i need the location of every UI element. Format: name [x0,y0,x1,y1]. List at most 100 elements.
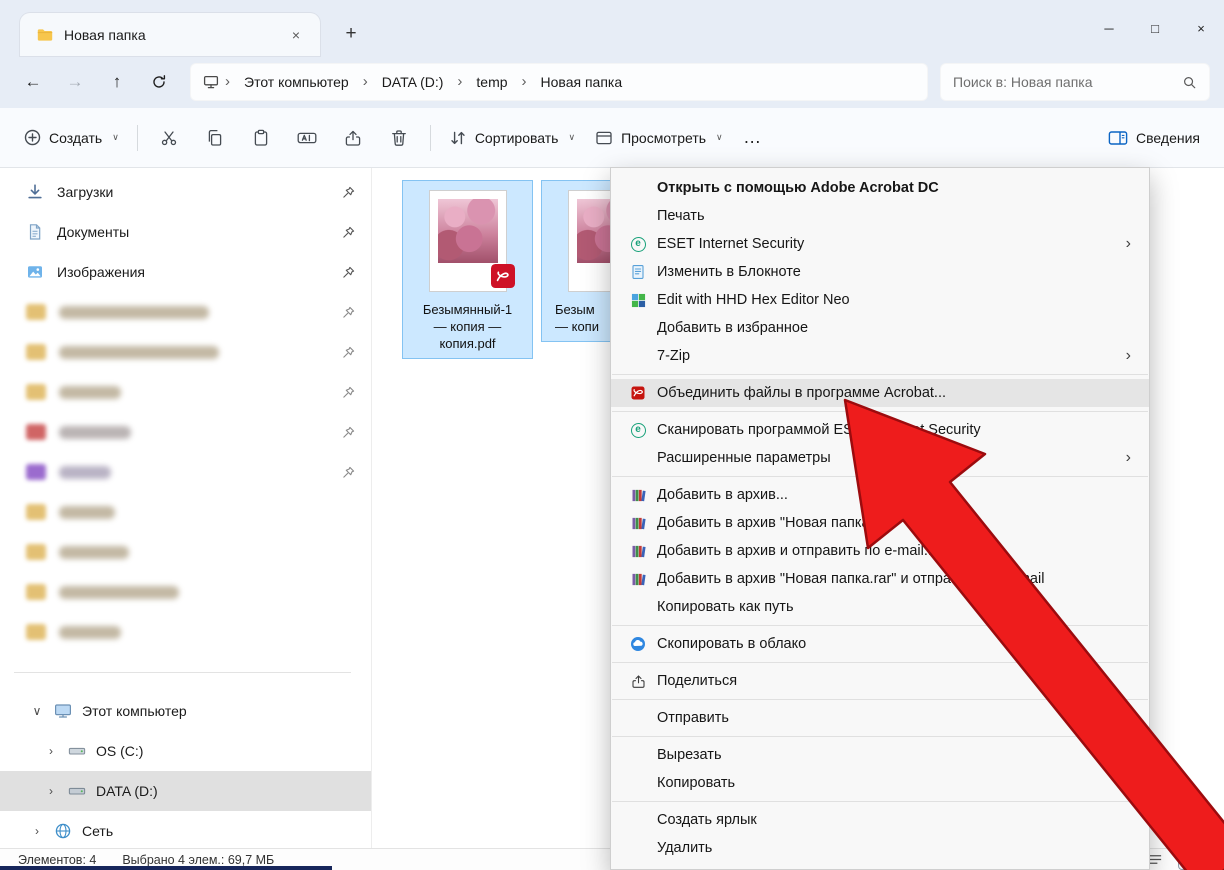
cut-button[interactable] [146,119,192,157]
menu-separator [612,411,1148,412]
selection-info: Выбрано 4 элем.: 69,7 МБ [122,852,275,867]
cloud-icon [627,636,649,652]
refresh-button[interactable] [140,65,178,99]
menu-item-add-to-archive[interactable]: Добавить в архив... [611,481,1149,509]
navigation-pane: Загрузки Документы Изображения ∨ Этот ко… [0,168,372,848]
menu-item-send-to[interactable]: Отправить › [611,704,1149,732]
sidebar-item-redacted[interactable] [0,292,371,332]
delete-button[interactable] [376,119,422,157]
sidebar-item-redacted[interactable] [0,612,371,652]
menu-item-archive-email[interactable]: Добавить в архив и отправить по e-mail..… [611,537,1149,565]
drive-icon [68,742,86,760]
paste-icon [254,129,268,146]
menu-item-archive-named-email[interactable]: Добавить в архив "Новая папка.rar" и отп… [611,565,1149,593]
paste-button[interactable] [238,119,284,157]
close-button[interactable]: × [1178,0,1224,56]
tab-title: Новая папка [64,26,146,43]
pin-icon [342,306,355,319]
sidebar-item-redacted[interactable] [0,412,371,452]
eset-icon [627,236,649,252]
menu-item-copy-as-path[interactable]: Копировать как путь [611,593,1149,621]
menu-item-cut[interactable]: Вырезать [611,741,1149,769]
forward-button[interactable]: → [56,65,94,99]
sidebar-item-downloads[interactable]: Загрузки [0,172,371,212]
chevron-right-icon[interactable]: › [44,784,58,798]
menu-item-7zip[interactable]: 7-Zip › [611,342,1149,370]
sidebar-item-redacted[interactable] [0,332,371,372]
folder-icon [26,544,46,560]
sort-button[interactable]: Сортировать ∨ [439,121,585,155]
navigation-bar: ← → ↑ › Этот компьютер › DATA (D:) › tem… [0,56,1224,108]
back-button[interactable]: ← [14,65,52,99]
maximize-button[interactable]: □ [1132,0,1178,56]
menu-separator [612,476,1148,477]
sidebar-item-redacted[interactable] [0,452,371,492]
sidebar-item-redacted[interactable] [0,572,371,612]
breadcrumb-segment[interactable]: Этот компьютер [236,70,357,94]
copy-button[interactable] [192,119,238,157]
details-pane-label: Сведения [1136,129,1200,146]
sidebar-item-redacted[interactable] [0,532,371,572]
menu-separator [612,801,1148,802]
thumbnails-view-icon[interactable] [1178,849,1204,870]
bottom-accent-strip [0,866,332,870]
menu-item-delete[interactable]: Удалить [611,834,1149,862]
chevron-right-icon: › [1125,347,1131,364]
trash-icon [391,129,406,146]
sidebar-item-pictures[interactable]: Изображения [0,252,371,292]
sidebar-item-label: DATA (D:) [96,783,158,799]
menu-item-open-with-acrobat[interactable]: Открыть с помощью Adobe Acrobat DC [611,174,1149,202]
view-button[interactable]: Просмотреть ∨ [585,121,733,155]
sidebar-item-this-pc[interactable]: ∨ Этот компьютер [0,691,371,731]
menu-item-add-favorites[interactable]: Добавить в избранное [611,314,1149,342]
menu-item-edit-notepad[interactable]: Изменить в Блокноте [611,258,1149,286]
menu-item-eset[interactable]: ESET Internet Security › [611,230,1149,258]
acrobat-icon [627,385,649,401]
winrar-icon [627,543,649,559]
sidebar-item-redacted[interactable] [0,372,371,412]
chevron-right-icon[interactable]: › [44,744,58,758]
explorer-tab[interactable]: Новая папка × [20,13,320,56]
details-pane-icon [1108,129,1128,147]
sidebar-item-redacted[interactable] [0,492,371,532]
breadcrumb-segment[interactable]: temp [468,70,515,94]
menu-item-copy-to-cloud[interactable]: Скопировать в облако [611,630,1149,658]
sidebar-item-documents[interactable]: Документы [0,212,371,252]
chevron-expanded-icon[interactable]: ∨ [30,704,44,718]
sidebar-item-network[interactable]: › Сеть [0,811,371,848]
menu-item-eset-scan[interactable]: Сканировать программой ESET Internet Sec… [611,416,1149,444]
file-item-pdf[interactable]: Безымянный-1 — копия — копия.pdf [402,180,533,359]
sidebar-item-label: Документы [57,224,130,240]
menu-item-share[interactable]: Поделиться [611,667,1149,695]
menu-item-print[interactable]: Печать [611,202,1149,230]
menu-item-copy[interactable]: Копировать [611,769,1149,797]
search-box[interactable] [940,63,1210,101]
breadcrumb[interactable]: › Этот компьютер › DATA (D:) › temp › Но… [190,63,928,101]
breadcrumb-segment[interactable]: DATA (D:) [374,70,452,94]
menu-item-hex-editor[interactable]: Edit with HHD Hex Editor Neo [611,286,1149,314]
share-button[interactable] [330,119,376,157]
chevron-right-icon: › [362,72,368,90]
file-name: Безымянный-1 — копия — копия.pdf [422,302,513,351]
folder-icon [26,464,46,480]
scissors-icon [161,130,176,145]
blank-icon [627,812,649,828]
details-pane-button[interactable]: Сведения [1098,121,1210,155]
menu-item-create-shortcut[interactable]: Создать ярлык [611,806,1149,834]
drive-icon [68,782,86,800]
menu-item-advanced-options[interactable]: Расширенные параметры › [611,444,1149,472]
sidebar-item-os-c[interactable]: › OS (C:) [0,731,371,771]
new-tab-button[interactable]: + [336,19,366,49]
sidebar-item-data-d[interactable]: › DATA (D:) [0,771,371,811]
create-button[interactable]: Создать ∨ [14,121,129,154]
breadcrumb-segment[interactable]: Новая папка [533,70,631,94]
up-button[interactable]: ↑ [98,65,136,99]
menu-item-combine-acrobat[interactable]: Объединить файлы в программе Acrobat... [611,379,1149,407]
minimize-button[interactable]: ─ [1086,0,1132,56]
tab-close-icon[interactable]: × [284,23,308,47]
more-options-button[interactable]: … [733,119,773,157]
chevron-right-icon[interactable]: › [30,824,44,838]
rename-button[interactable] [284,119,330,157]
search-input[interactable] [953,74,1174,90]
menu-item-add-to-archive-named[interactable]: Добавить в архив "Новая папка.rar" [611,509,1149,537]
